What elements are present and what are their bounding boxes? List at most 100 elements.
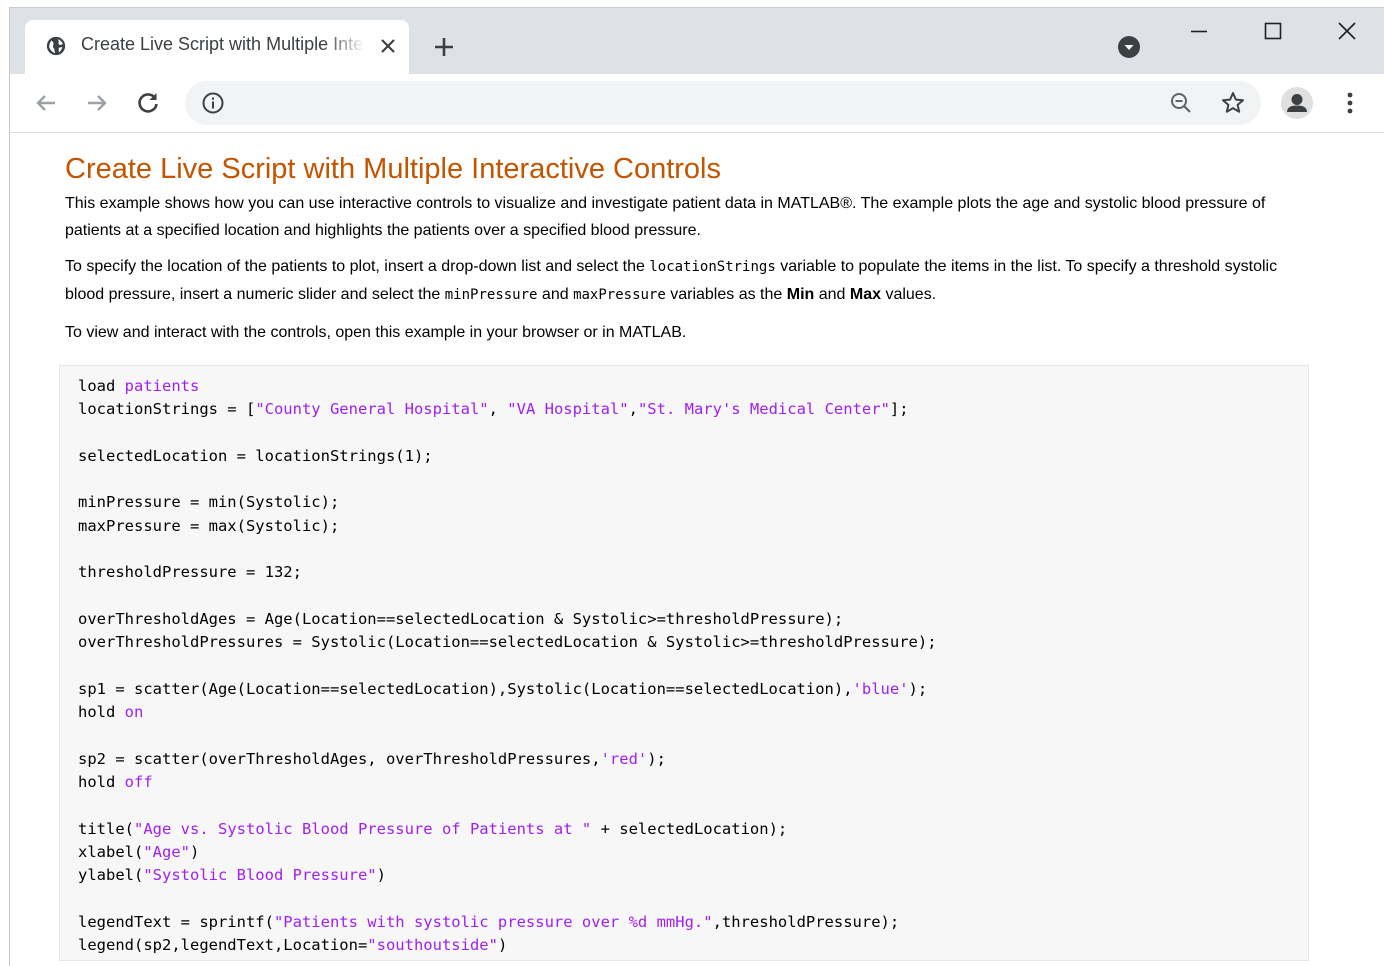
code-keyword: on bbox=[124, 703, 144, 722]
code-string: 'red' bbox=[600, 749, 648, 768]
code-string: "Age" bbox=[143, 842, 190, 861]
menu-icon[interactable] bbox=[1336, 89, 1364, 117]
tab-search-icon[interactable] bbox=[1117, 35, 1141, 59]
inline-code-locationstrings: locationStrings bbox=[649, 259, 776, 275]
code-line: title("Age vs. Systolic Blood Pressure o… bbox=[78, 818, 1308, 841]
inline-code-minpressure: minPressure bbox=[444, 287, 538, 303]
code-keyword: off bbox=[124, 773, 153, 792]
new-tab-icon[interactable] bbox=[431, 34, 457, 60]
code-line: locationStrings = ["County General Hospi… bbox=[78, 398, 1308, 421]
globe-icon bbox=[46, 36, 66, 56]
reload-icon[interactable] bbox=[134, 89, 162, 117]
code-text: overThresholdAges = Age(Location==select… bbox=[78, 609, 844, 628]
close-tab-icon[interactable] bbox=[376, 34, 400, 58]
code-text: , bbox=[628, 400, 638, 419]
code-keyword: patients bbox=[124, 377, 200, 395]
code-string: "Age vs. Systolic Blood Pressure of Pati… bbox=[134, 819, 592, 838]
code-text: thresholdPressure = 132; bbox=[78, 563, 302, 582]
code-string: "VA Hospital" bbox=[507, 400, 629, 419]
instructions-text: and bbox=[814, 286, 850, 303]
browser-toolbar bbox=[10, 74, 1384, 133]
address-bar[interactable] bbox=[185, 81, 1261, 125]
code-text: legendText = sprintf( bbox=[78, 912, 274, 931]
code-text: xlabel( bbox=[78, 842, 144, 861]
code-line: thresholdPressure = 132; bbox=[78, 561, 1308, 584]
instructions-text: and bbox=[537, 286, 574, 303]
profile-avatar[interactable] bbox=[1281, 87, 1313, 119]
instructions-paragraph: To specify the location of the patients … bbox=[65, 253, 1310, 309]
code-text: ); bbox=[908, 679, 928, 698]
code-text: maxPressure = max(Systolic); bbox=[78, 516, 340, 535]
code-text: minPressure = min(Systolic); bbox=[78, 493, 340, 512]
code-line: xlabel("Age") bbox=[78, 841, 1308, 864]
instructions-text: variables as the bbox=[665, 286, 787, 303]
code-text: ); bbox=[647, 749, 666, 768]
code-block: load patients locationStrings = ["County … bbox=[59, 365, 1309, 961]
code-string: "Patients with systolic pressure over %d… bbox=[273, 912, 713, 931]
tab-strip: Create Live Script with Multiple Interac… bbox=[10, 8, 1384, 74]
code-line: sp2 = scatter(overThresholdAges, overThr… bbox=[78, 748, 1308, 771]
code-text: ,thresholdPressure); bbox=[712, 912, 900, 931]
code-line: legend(sp2,legendText,Location="southout… bbox=[78, 934, 1308, 957]
code-line: legendText = sprintf("Patients with syst… bbox=[78, 911, 1308, 934]
back-arrow-icon[interactable] bbox=[32, 89, 60, 117]
zoom-icon[interactable] bbox=[1169, 91, 1193, 115]
code-line: hold off bbox=[78, 771, 1308, 794]
code-line: sp1 = scatter(Age(Location==selectedLoca… bbox=[78, 678, 1308, 701]
code-line: ylabel("Systolic Blood Pressure") bbox=[78, 864, 1308, 887]
code-text: hold bbox=[78, 703, 125, 722]
code-text: ) bbox=[497, 936, 508, 955]
page-title: Create Live Script with Multiple Interac… bbox=[65, 153, 721, 185]
info-icon[interactable] bbox=[201, 91, 225, 115]
page-content: Create Live Script with Multiple Interac… bbox=[10, 133, 1384, 966]
instructions-text: To specify the location of the patients … bbox=[65, 258, 650, 275]
intro-paragraph: This example shows how you can use inter… bbox=[65, 195, 1266, 239]
code-text: ylabel( bbox=[78, 866, 144, 885]
code-line: selectedLocation = locationStrings(1); bbox=[78, 445, 1308, 468]
active-tab[interactable]: Create Live Script with Multiple Interac… bbox=[25, 20, 409, 74]
code-text: load bbox=[78, 377, 125, 395]
browser-window: Create Live Script with Multiple Interac… bbox=[10, 8, 1384, 966]
inline-code-maxpressure: maxPressure bbox=[573, 287, 666, 303]
code-text: ) bbox=[376, 866, 386, 885]
code-line: hold on bbox=[78, 701, 1308, 724]
code-string: "Systolic Blood Pressure" bbox=[143, 866, 377, 885]
code-text: title( bbox=[78, 819, 134, 838]
instructions-text: values. bbox=[881, 286, 937, 303]
matlab-code: load patients locationStrings = ["County … bbox=[60, 366, 1308, 957]
code-line: overThresholdAges = Age(Location==select… bbox=[78, 608, 1308, 631]
code-line: load patients bbox=[78, 375, 1308, 398]
close-window-icon[interactable] bbox=[1334, 18, 1360, 44]
profile-icon bbox=[1287, 94, 1307, 112]
code-string: "southoutside" bbox=[367, 936, 498, 955]
code-text: overThresholdPressures = Systolic(Locati… bbox=[78, 633, 937, 652]
maximize-icon[interactable] bbox=[1260, 18, 1286, 44]
code-text: hold bbox=[78, 773, 125, 792]
forward-arrow-icon[interactable] bbox=[83, 89, 111, 117]
code-line: maxPressure = max(Systolic); bbox=[78, 515, 1308, 538]
minimize-icon[interactable] bbox=[1186, 18, 1212, 44]
code-text: ]; bbox=[889, 400, 909, 419]
view-controls-paragraph: To view and interact with the controls, … bbox=[65, 324, 687, 341]
code-text: selectedLocation = locationStrings(1); bbox=[78, 446, 433, 465]
star-icon[interactable] bbox=[1220, 90, 1246, 116]
code-string: "County General Hospital" bbox=[255, 400, 489, 419]
code-text: locationStrings = [ bbox=[78, 400, 256, 419]
code-text: sp2 = scatter(overThresholdAges, overThr… bbox=[78, 749, 601, 768]
code-text: , bbox=[488, 400, 508, 419]
tab-title: Create Live Script with Multiple Interac… bbox=[81, 34, 365, 54]
code-string: 'blue' bbox=[852, 679, 909, 698]
code-line: overThresholdPressures = Systolic(Locati… bbox=[78, 631, 1308, 654]
bold-max: Max bbox=[849, 286, 881, 303]
code-string: "St. Mary's Medical Center" bbox=[637, 400, 890, 419]
code-text: ) bbox=[190, 842, 200, 861]
code-text: sp1 = scatter(Age(Location==selectedLoca… bbox=[78, 679, 853, 698]
bold-min: Min bbox=[786, 286, 815, 303]
